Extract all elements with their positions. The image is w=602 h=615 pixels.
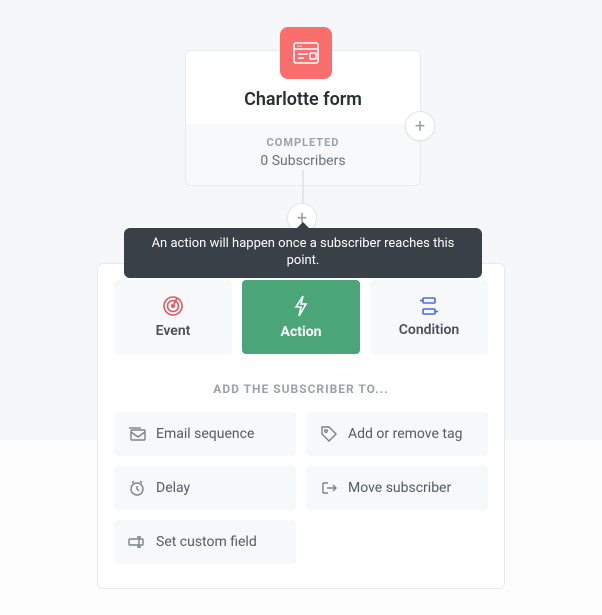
tab-action[interactable]: Action [242, 280, 360, 354]
option-label: Delay [156, 480, 190, 496]
option-move[interactable]: Move subscriber [306, 466, 488, 510]
condition-icon [417, 296, 441, 316]
action-options: Email sequence Add or remove tag [114, 412, 488, 564]
subscribers-count: 0 Subscribers [186, 153, 420, 169]
step-type-tabs: Event Action [114, 280, 488, 354]
field-icon [126, 534, 148, 550]
form-icon [280, 27, 332, 79]
plus-icon: + [415, 116, 425, 137]
tab-label: Condition [399, 322, 460, 338]
tab-label: Action [281, 324, 322, 340]
tab-event[interactable]: Event [114, 280, 232, 354]
option-label: Move subscriber [348, 480, 451, 496]
lightning-icon [291, 294, 311, 318]
mail-stack-icon [126, 426, 148, 442]
add-branch-button[interactable]: + [405, 111, 435, 141]
tab-condition[interactable]: Condition [370, 280, 488, 354]
trigger-card[interactable]: Charlotte form Completed 0 Subscribers + [185, 50, 421, 186]
option-delay[interactable]: Delay [114, 466, 296, 510]
completed-label: Completed [186, 136, 420, 149]
clock-icon [126, 479, 148, 497]
option-label: Email sequence [156, 426, 254, 442]
step-panel: Event Action [97, 263, 505, 589]
option-label: Add or remove tag [348, 426, 462, 442]
option-tag[interactable]: Add or remove tag [306, 412, 488, 456]
option-email-sequence[interactable]: Email sequence [114, 412, 296, 456]
target-icon [162, 295, 184, 317]
tab-label: Event [156, 323, 191, 339]
option-label: Set custom field [156, 534, 257, 550]
tag-icon [318, 425, 340, 443]
tooltip: An action will happen once a subscriber … [124, 228, 482, 278]
section-title: Add the subscriber to... [114, 382, 488, 396]
move-icon [318, 480, 340, 496]
option-custom-field[interactable]: Set custom field [114, 520, 296, 564]
